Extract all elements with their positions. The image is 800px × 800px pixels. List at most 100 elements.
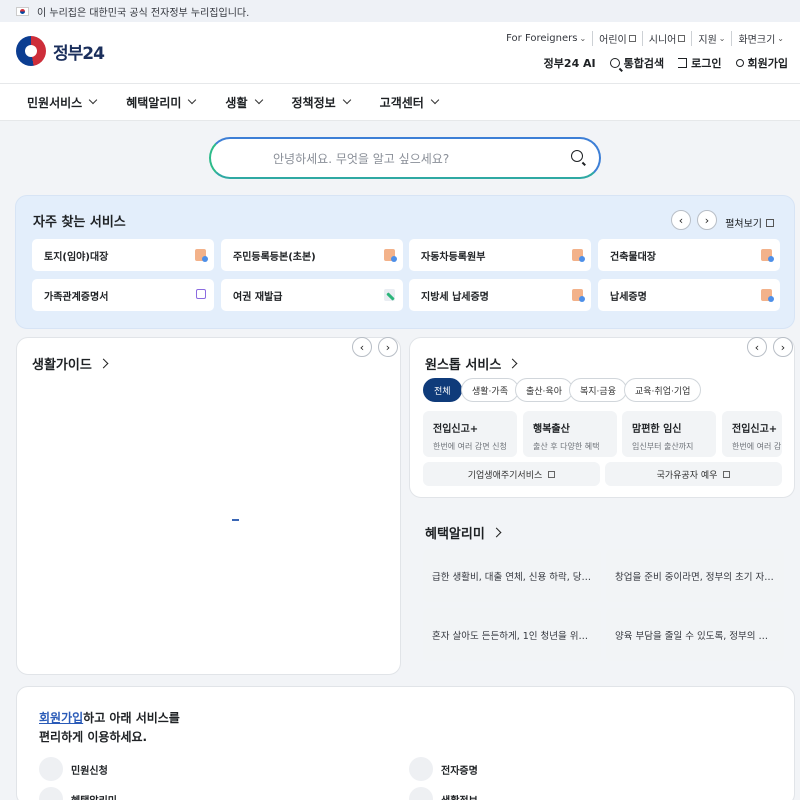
util-label: For Foreigners (506, 33, 578, 44)
corporate-lifecycle-link[interactable]: 기업생애주기서비스 (423, 462, 600, 486)
ai-button[interactable]: 정부24 AI (544, 55, 596, 71)
chip-welfare-finance[interactable]: 복지·금융 (569, 378, 627, 402)
favorite-pager: ‹ › (671, 210, 717, 230)
member-service-item[interactable]: 생활정보 (409, 787, 478, 800)
gov-official-banner: 이 누리집은 대한민국 공식 전자정부 누리집입니다. (0, 0, 800, 22)
benefit-card[interactable]: 양육 부담을 줄일 수 있도록, 정부의 … (606, 608, 784, 661)
search-label: 통합검색 (623, 57, 665, 70)
signup-link[interactable]: 회원가입 (39, 711, 83, 725)
login-button[interactable]: 로그인 (678, 55, 722, 71)
member-service-item[interactable]: 전자증명 (409, 757, 478, 781)
favorite-services-title: 자주 찾는 서비스 (33, 215, 126, 230)
util-label: 시니어 (648, 35, 677, 46)
utility-links: For Foreigners ⌄ 어린이 시니어 지원 ⌄ 화면크기 ⌄ (500, 31, 790, 46)
expand-all-button[interactable]: 펼쳐보기 (725, 215, 774, 230)
search-submit-button[interactable] (571, 150, 583, 165)
nav-life[interactable]: 생활 (225, 94, 263, 111)
next-button[interactable]: › (773, 337, 793, 357)
favorite-item[interactable]: 가족관계증명서 (32, 279, 214, 311)
life-guide-title[interactable]: 생활가이드 (32, 354, 109, 373)
chevron-down-icon (88, 95, 98, 105)
util-support[interactable]: 지원 ⌄ (691, 31, 731, 46)
external-link-icon (723, 470, 731, 478)
onestop-card[interactable]: 맘편한 임신 임신부터 출산까지 (622, 411, 716, 457)
logo[interactable]: 정부24 (16, 36, 105, 66)
nav-policy[interactable]: 정책정보 (292, 94, 351, 111)
chevron-down-icon: ⌄ (579, 34, 587, 43)
favorite-item-label: 자동차등록원부 (421, 251, 486, 263)
util-label: 어린이 (599, 35, 627, 46)
favorite-item[interactable]: 토지(임야)대장 (32, 239, 214, 271)
onestop-card-title: 전입신고+ (433, 424, 479, 435)
onestop-title[interactable]: 원스톱 서비스 (425, 354, 518, 373)
benefit-card[interactable]: 급한 생활비, 대출 연체, 신용 하락, 당… (423, 549, 601, 602)
util-label: 지원 (698, 35, 717, 46)
integrated-search-button[interactable]: 통합검색 (609, 55, 665, 71)
prev-button[interactable]: ‹ (747, 337, 767, 357)
link-label: 기업생애주기서비스 (467, 470, 543, 481)
chevron-down-icon: ⌄ (718, 34, 726, 43)
util-screen-size[interactable]: 화면크기 ⌄ (731, 31, 790, 46)
document-icon (572, 249, 585, 262)
util-kids[interactable]: 어린이 (592, 31, 642, 46)
onestop-card-title: 전입신고+ (732, 424, 778, 435)
service-icon (409, 757, 433, 781)
user-plus-icon (735, 59, 744, 67)
favorite-item-label: 납세증명 (610, 291, 647, 303)
document-icon (384, 249, 397, 262)
nav-benefits[interactable]: 혜택알리미 (126, 94, 197, 111)
chevron-down-icon (254, 95, 263, 105)
prev-button[interactable]: ‹ (352, 337, 372, 357)
benefit-card[interactable]: 창업을 준비 중이라면, 정부의 초기 자… (606, 549, 784, 602)
korea-flag-icon (16, 6, 29, 16)
signup-button[interactable]: 회원가입 (735, 55, 788, 71)
benefits-title[interactable]: 혜택알리미 (425, 523, 502, 542)
member-services-panel: 회원가입하고 아래 서비스를 편리하게 이용하세요. 민원신청 전자증명 혜택알… (16, 686, 795, 800)
favorite-item[interactable]: 주민등록등본(초본) (221, 239, 403, 271)
member-message-line1: 하고 아래 서비스를 (83, 711, 180, 725)
util-senior[interactable]: 시니어 (641, 31, 692, 46)
chip-education-jobs[interactable]: 교육·취업·기업 (624, 378, 702, 402)
favorite-item[interactable]: 지방세 납세증명 (409, 279, 591, 311)
nav-customer-center[interactable]: 고객센터 (379, 94, 440, 111)
service-icon (39, 787, 63, 800)
next-button[interactable]: › (378, 337, 398, 357)
favorite-item-label: 여권 재발급 (233, 291, 283, 303)
chip-life-family[interactable]: 생활·가족 (461, 378, 519, 402)
main-search-input[interactable]: 안녕하세요. 무엇을 알고 싶으세요? (209, 137, 601, 179)
onestop-card-desc: 한번에 여러 감면 신청 (433, 442, 507, 451)
favorite-item[interactable]: 여권 재발급 (221, 279, 403, 311)
onestop-card[interactable]: 행복출산 출산 후 다양한 혜택 (523, 411, 617, 457)
veterans-link[interactable]: 국가유공자 예우 (605, 462, 782, 486)
favorite-item[interactable]: 자동차등록원부 (409, 239, 591, 271)
nav-civil-services[interactable]: 민원서비스 (27, 94, 98, 111)
benefits-label: 혜택알리미 (425, 527, 485, 542)
member-service-item[interactable]: 민원신청 (39, 757, 108, 781)
next-button[interactable]: › (697, 210, 717, 230)
favorite-services: 자주 찾는 서비스 ‹ › 펼쳐보기 토지(임야)대장 주민등록등본(초본) 자… (15, 195, 795, 329)
favorite-item-label: 건축물대장 (610, 251, 656, 263)
chip-birth-childcare[interactable]: 출산·육아 (515, 378, 573, 402)
document-icon (195, 249, 208, 262)
external-link-icon (196, 289, 206, 299)
onestop-card[interactable]: 전입신고+ 한번에 여러 감 (722, 411, 782, 457)
loading-indicator (232, 519, 239, 521)
chevron-down-icon (430, 95, 440, 105)
life-guide-panel: 생활가이드 (16, 337, 401, 675)
expand-all-label: 펼쳐보기 (725, 219, 762, 230)
nav-label: 고객센터 (379, 95, 424, 110)
onestop-card-desc: 출산 후 다양한 혜택 (533, 442, 600, 451)
benefit-card[interactable]: 혼자 살아도 든든하게, 1인 청년을 위… (423, 608, 601, 661)
search-placeholder: 안녕하세요. 무엇을 알고 싶으세요? (273, 151, 450, 166)
main-nav: 민원서비스 혜택알리미 생활 정책정보 고객센터 (0, 83, 800, 121)
member-message: 회원가입하고 아래 서비스를 편리하게 이용하세요. (39, 709, 180, 747)
onestop-card-desc: 임신부터 출산까지 (632, 442, 694, 451)
util-for-foreigners[interactable]: For Foreigners ⌄ (500, 33, 592, 44)
favorite-item[interactable]: 납세증명 (598, 279, 780, 311)
onestop-card[interactable]: 전입신고+ 한번에 여러 감면 신청 (423, 411, 517, 457)
favorite-item[interactable]: 건축물대장 (598, 239, 780, 271)
member-service-item[interactable]: 혜택알리미 (39, 787, 117, 800)
chevron-right-icon (491, 527, 502, 538)
prev-button[interactable]: ‹ (671, 210, 691, 230)
chip-all[interactable]: 전체 (423, 378, 462, 402)
